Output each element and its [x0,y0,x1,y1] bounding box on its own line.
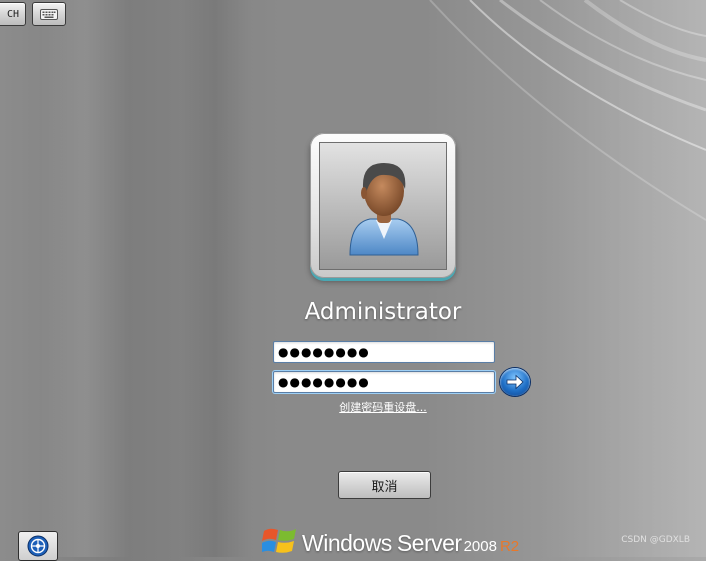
cancel-button[interactable]: 取消 [338,471,431,499]
background-streak [180,0,250,557]
ease-of-access-icon [27,535,49,557]
brand-windows: Windows [302,530,392,556]
password-field[interactable] [273,341,495,363]
user-tile [310,133,456,278]
keyboard-icon [40,9,58,20]
submit-button[interactable] [500,368,530,396]
user-name: Administrator [304,299,462,325]
user-avatar [319,142,447,270]
background-streak [540,0,706,557]
arrow-right-icon [506,374,524,390]
background-streak [40,0,130,557]
watermark: CSDN @GDXLB [621,535,690,545]
create-password-reset-disk-link[interactable]: 创建密码重设盘... [253,399,513,415]
confirm-password-field[interactable] [273,371,495,393]
on-screen-keyboard-button[interactable] [32,2,66,26]
language-label: CH [6,8,20,20]
windows-server-branding: Windows Server 2008 R2 [262,518,522,557]
brand-version: 2008 [463,538,497,555]
user-avatar-icon [349,163,419,256]
language-button[interactable]: CH [0,2,26,26]
windows-logo-icon [262,528,296,553]
brand-r2: R2 [499,538,520,555]
brand-server: Server [396,530,462,556]
